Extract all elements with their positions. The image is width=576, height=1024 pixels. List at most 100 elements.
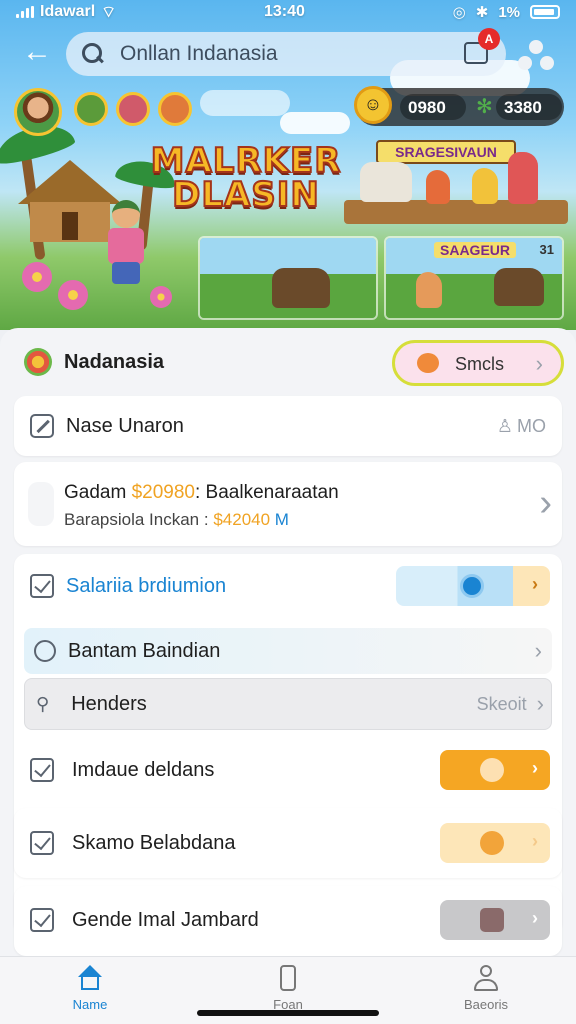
chevron-right-icon: › [534, 638, 542, 663]
info-line1-prefix: Gadam [64, 482, 127, 503]
currency-bar: ☺ 0980 ✻ 3380 [354, 86, 564, 126]
info-line2-suffix: M [274, 510, 289, 529]
flower [150, 286, 172, 308]
row-label: Henders [71, 692, 147, 715]
palm-currency-icon: ✻ [476, 96, 493, 118]
villager-figure [508, 152, 538, 204]
section-title: Nadanasia [64, 350, 165, 373]
chevron-right-icon: › [535, 351, 543, 376]
row-label: Nase Unaron [66, 414, 184, 437]
shield-icon [480, 758, 504, 782]
scene-thumbnail[interactable] [198, 236, 378, 320]
toggle-skamo[interactable]: › [440, 823, 550, 863]
info-line1-value: $20980 [131, 482, 195, 503]
status-bar: Idawarl ⌔ 13:40 ◎ ✱ 1% [0, 0, 576, 24]
info-line2-value: $42040 [213, 510, 271, 529]
chevron-right-icon: › [532, 758, 538, 778]
hero-character [104, 200, 148, 284]
home-icon [76, 965, 104, 993]
checkbox-icon[interactable] [30, 908, 54, 932]
toggle-salariia[interactable]: › [396, 566, 550, 606]
chevron-right-icon: › [532, 831, 538, 851]
edit-icon [30, 414, 54, 438]
toggle-gende[interactable]: › [440, 900, 550, 940]
flower [58, 280, 88, 310]
row-henders[interactable]: ⚲ Henders Skeoit › [36, 678, 544, 730]
location-icon: ◎ [452, 4, 466, 21]
row-nase-unaron[interactable]: Nase Unaron ♙ MO [14, 396, 562, 456]
row-label: Imdaue deldans [72, 758, 215, 781]
checkbox-icon[interactable] [30, 758, 54, 782]
stage-platform [344, 200, 568, 224]
row-label: Bantam Baindian [68, 639, 221, 662]
row-meta: Skeoit [476, 693, 527, 714]
user-group-icon[interactable] [516, 38, 556, 72]
cloud [280, 112, 350, 134]
shield-icon [480, 831, 504, 855]
signal-icon [16, 6, 34, 18]
inventory-item-icon[interactable] [158, 92, 192, 126]
player-avatar[interactable] [14, 88, 62, 136]
game-logo: MALRKER DLASIN [150, 141, 342, 215]
info-block[interactable]: Gadam $20980: Baalkenaraatan Barapsiola … [14, 462, 562, 546]
info-placeholder-icon [28, 482, 54, 526]
nav-tab-foan[interactable]: Foan [248, 965, 328, 1012]
smcls-label: Smcls [455, 354, 504, 374]
clock: 13:40 [263, 3, 305, 20]
buffalo-figure [272, 268, 330, 308]
settings-panel: Nadanasia Smcls › Nase Unaron ♙ MO Gadam… [0, 328, 576, 958]
battery-icon [530, 5, 560, 19]
nav-tab-profile[interactable]: Baeoris [446, 965, 526, 1012]
search-icon: ⚲ [36, 693, 50, 714]
info-line1-suffix: : Baalkenaraatan [195, 482, 339, 503]
flower-logo-icon [24, 348, 52, 376]
clock-icon [34, 640, 56, 662]
thumbnail-number: 31 [539, 242, 554, 257]
chevron-right-icon: › [532, 908, 538, 928]
search-text: Onllan Indanasia [120, 42, 278, 65]
trash-icon [480, 908, 504, 932]
gear-icon [460, 574, 484, 598]
back-arrow-icon[interactable]: ← [22, 37, 52, 68]
row-label: Gende Imal Jambard [72, 908, 259, 931]
inventory-item-icon[interactable] [74, 92, 108, 126]
notification-badge: A [478, 28, 500, 50]
bluetooth-icon: ✱ [475, 4, 489, 21]
nav-label: Name [72, 997, 108, 1012]
nav-tab-home[interactable]: Name [50, 965, 130, 1012]
row-meta: MO [517, 415, 546, 436]
chevron-right-icon: › [536, 691, 544, 716]
checkbox-icon[interactable] [30, 574, 54, 598]
carrier-name: Idawarl [40, 3, 96, 20]
search-bar[interactable]: Onllan Indanasia A [66, 28, 506, 76]
cloud [200, 90, 290, 116]
inventory-item-icon[interactable] [116, 92, 150, 126]
phone-icon [274, 965, 302, 993]
smcls-button[interactable]: Smcls › [392, 340, 564, 386]
toggle-imdaue[interactable]: › [440, 750, 550, 790]
wifi-icon: ⌔ [101, 4, 117, 21]
chevron-right-icon: › [532, 574, 538, 594]
event-banner: SRAGESIVAUN [376, 140, 516, 164]
thumbnail-label: SAAGEUR [434, 242, 517, 258]
checkbox-icon[interactable] [30, 831, 54, 855]
row-label: Skamo Belabdana [72, 831, 236, 854]
person-icon [472, 965, 500, 993]
info-line2-prefix: Barapsiola Inckan : [64, 510, 209, 529]
mascot-icon [417, 353, 439, 373]
currency-value: 3380 [504, 98, 542, 117]
battery-percent: 1% [498, 3, 520, 21]
flower [22, 262, 52, 292]
currency-value: 0980 [408, 98, 446, 117]
scene-thumbnail[interactable]: SAAGEUR 31 [384, 236, 564, 320]
villager-figure [426, 170, 450, 204]
villager-figure [416, 272, 442, 308]
game-hero-banner: Idawarl ⌔ 13:40 ◎ ✱ 1% ← Onllan Indanasi… [0, 0, 576, 330]
home-indicator [197, 1010, 379, 1016]
search-icon [80, 41, 106, 67]
village-hut [18, 160, 122, 242]
row-label: Salariia brdiumion [66, 574, 227, 597]
user-icon: ♙ [496, 415, 513, 436]
coin-icon: ☺ [354, 86, 392, 124]
row-bantam[interactable]: Bantam Baindian › [30, 628, 546, 674]
